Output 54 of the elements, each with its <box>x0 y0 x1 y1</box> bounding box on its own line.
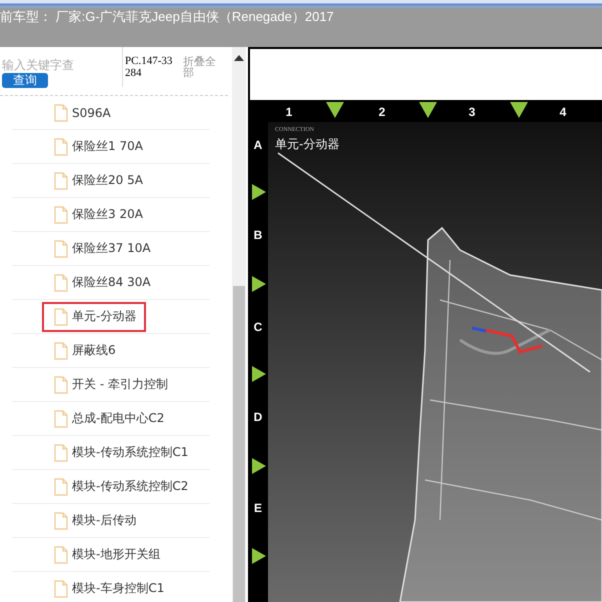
document-icon <box>54 410 68 428</box>
document-icon <box>54 444 68 462</box>
document-icon <box>54 376 68 394</box>
grid-marker-icon <box>419 102 437 118</box>
scrollbar-thumb[interactable] <box>233 286 245 602</box>
tree-item[interactable]: 单元-分动器 <box>42 302 146 332</box>
tree-item[interactable]: 保险丝20 5A <box>42 166 153 196</box>
tree-item[interactable]: 模块-传动系统控制C2 <box>42 472 198 502</box>
scrollbar[interactable] <box>232 47 248 602</box>
document-icon <box>54 274 68 292</box>
tree-item[interactable]: 屏蔽线6 <box>42 336 126 366</box>
tree-item[interactable]: 保险丝1 70A <box>42 132 153 162</box>
tree-item[interactable]: 模块-后传动 <box>42 506 146 536</box>
tree-item[interactable]: 保险丝84 30A <box>42 268 161 298</box>
tree-item[interactable]: 模块-地形开关组 <box>42 540 170 570</box>
document-icon <box>54 580 68 598</box>
search-button[interactable]: 查询 <box>2 73 48 88</box>
tree-item[interactable]: 模块-传动系统控制C1 <box>42 438 198 468</box>
tree-item[interactable]: 模块-车身控制C1 <box>42 574 174 602</box>
document-icon <box>54 240 68 258</box>
grid-marker-icon <box>252 276 266 292</box>
tree-item[interactable]: 开关 - 牵引力控制 <box>42 370 178 400</box>
grid-marker-icon <box>252 184 266 200</box>
document-icon <box>54 478 68 496</box>
scroll-up-icon[interactable] <box>234 55 244 61</box>
document-icon <box>54 546 68 564</box>
document-icon <box>54 172 68 190</box>
grid-marker-icon <box>510 102 528 118</box>
part-number: PC.147-33284 <box>122 47 175 87</box>
tree-item[interactable]: 保险丝3 20A <box>42 200 153 230</box>
grid-marker-icon <box>326 102 344 118</box>
grid-column-label: 3 <box>468 105 476 119</box>
grid-row-label: D <box>254 410 262 424</box>
tree-item[interactable]: 保险丝37 10A <box>42 234 161 264</box>
tree-item[interactable]: 总成-配电中心C2 <box>42 404 174 434</box>
grid-row-label: C <box>254 320 262 334</box>
grid-row-label: B <box>254 228 262 242</box>
document-icon <box>54 206 68 224</box>
document-icon <box>54 512 68 530</box>
document-icon <box>54 138 68 156</box>
grid-column-label: 4 <box>560 105 566 119</box>
grid-column-label: 2 <box>378 105 386 119</box>
document-icon <box>54 342 68 360</box>
grid-column-label: 1 <box>286 105 292 119</box>
grid-row-label: E <box>254 501 262 515</box>
window-title: 前车型： 厂家:G-广汽菲克Jeep自由侠（Renegade）2017 <box>0 8 334 26</box>
grid-marker-icon <box>252 458 266 474</box>
grid-marker-icon <box>252 548 266 564</box>
grid-row-label: A <box>254 138 262 152</box>
callout-label: 单元-分动器 <box>275 137 340 151</box>
grid-marker-icon <box>252 366 266 382</box>
document-icon <box>54 308 68 326</box>
document-icon <box>54 104 68 122</box>
tree-item[interactable]: S096A <box>42 98 121 128</box>
